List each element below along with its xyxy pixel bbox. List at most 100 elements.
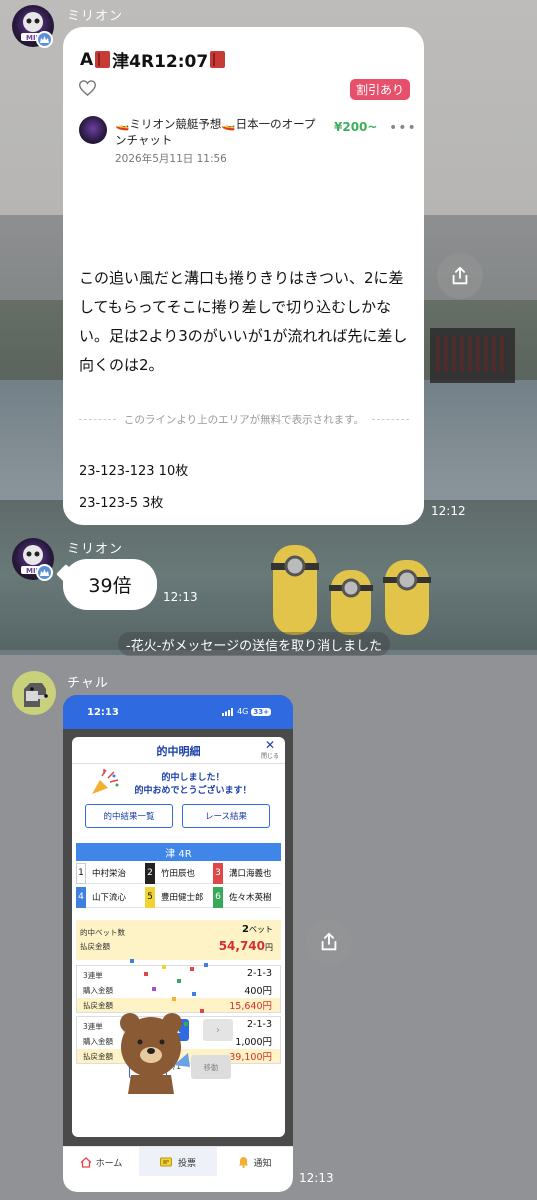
hit-results-list-button[interactable]: 的中結果一覧 (85, 804, 173, 828)
racer-number: 5 (145, 886, 155, 908)
shared-screenshot[interactable]: 12:13 4G 33+ 的中明細 ✕ 閉じる 的中しました！ 的中おめでとうご… (63, 695, 293, 1192)
close-icon: ✕ (264, 738, 276, 752)
racer-cell: 6 佐々木英樹 (213, 886, 281, 908)
race-results-button[interactable]: レース結果 (182, 804, 270, 828)
tab-notifications-label: 通知 (253, 1158, 272, 1169)
bet-line-2: 23-123-5 3枚 (79, 496, 164, 511)
hit-summary: 的中ベット数 払戻金額 2ベット 54,740円 (76, 920, 281, 960)
racer-cell: 5 豊田健士郎 (145, 886, 213, 908)
signal-indicator: 4G 33+ (222, 707, 271, 716)
background-scoreboard (430, 328, 515, 383)
status-time: 12:13 (87, 707, 119, 718)
post-title: A 津4R12:07 (80, 47, 226, 72)
bet-value: 39,100円 (229, 1052, 272, 1063)
bet-label: 払戻金額 (83, 1052, 113, 1061)
signal-icon (222, 707, 234, 716)
bet-label: 購入金額 (83, 1037, 113, 1046)
bet-label: 購入金額 (83, 986, 113, 995)
bet-label: 払戻金額 (83, 1001, 113, 1010)
racer-number: 3 (213, 862, 223, 884)
heart-icon[interactable] (79, 80, 96, 96)
book-icon (95, 51, 111, 68)
message-time: 12:13 (163, 590, 198, 604)
close-button[interactable]: ✕ 閉じる (261, 739, 279, 763)
post-title-main: 津4R12:07 (112, 52, 209, 72)
pager-next-button[interactable]: › (203, 1019, 233, 1041)
message-time: 12:13 (299, 1171, 334, 1185)
vote-icon (159, 1157, 172, 1167)
racer-cell: 2 竹田辰也 (145, 862, 213, 884)
more-options-button[interactable]: ••• (389, 120, 417, 136)
racer-name: 佐々木英樹 (229, 893, 272, 903)
hit-detail-modal: 的中明細 ✕ 閉じる 的中しました！ 的中おめでとうございます！ 的中結果一覧 … (72, 737, 285, 1137)
racer-cell: 4 山下流心 (76, 886, 144, 908)
bell-icon (239, 1157, 249, 1168)
bet-row: 購入金額 400円 (77, 983, 280, 997)
discount-badge: 割引あり (349, 79, 410, 100)
note-post-card[interactable]: A 津4R12:07 割引あり 🚤ミリオン競艇予想🚤日本一のオープンチャット 2… (63, 27, 424, 525)
racer-number: 2 (145, 862, 155, 884)
sender-name: ミリオン (67, 542, 124, 557)
free-area-notice: このラインより上のエリアが無料で表示されます。 (123, 413, 365, 426)
bet-value: 2-1-3 (247, 968, 272, 979)
crown-icon (36, 31, 53, 48)
tab-vote[interactable]: 投票 (139, 1147, 217, 1177)
bet-label: 3連単 (83, 1022, 103, 1031)
system-message-unsent: -花火-がメッセージの送信を取り消しました (118, 632, 391, 656)
congrats-line1: 的中しました！ (161, 773, 225, 783)
racer-name: 中村栄治 (92, 869, 127, 879)
minion-figures (271, 545, 431, 635)
home-indicator-area (63, 1176, 293, 1192)
battery-badge: 33+ (251, 707, 271, 716)
racer-number: 1 (76, 862, 86, 884)
racer-cell: 3 溝口海義也 (213, 862, 281, 884)
author-name: 🚤ミリオン競艇予想🚤日本一のオープンチャット (115, 117, 316, 147)
share-icon (452, 266, 468, 285)
racer-name: 豊田健士郎 (161, 893, 204, 903)
phone-status-bar: 12:13 4G 33+ (63, 695, 293, 729)
bet-value: 1,000円 (235, 1037, 272, 1048)
tab-home-label: ホーム (95, 1158, 123, 1169)
share-button[interactable] (437, 253, 483, 299)
bottom-tab-bar: ホーム 投票 通知 (63, 1146, 293, 1177)
sender-name: ミリオン (67, 9, 124, 24)
home-icon (80, 1156, 92, 1168)
congratulations-text: 的中しました！ 的中おめでとうございます！ (118, 772, 268, 798)
bet-value: 2-1-3 (247, 1019, 272, 1030)
tab-home[interactable]: ホーム (63, 1147, 139, 1177)
message-time: 12:12 (431, 504, 466, 518)
payout-label: 払戻金額 (80, 942, 110, 951)
bet-line-1: 23-123-123 10枚 (79, 464, 189, 479)
congrats-line2: 的中おめでとうございます！ (134, 786, 252, 796)
bet-label: 3連単 (83, 971, 103, 980)
message-bubble[interactable]: 39倍 (63, 559, 157, 610)
hit-count: 2ベット (242, 924, 273, 935)
author-avatar (79, 116, 107, 144)
sender-avatar-charu[interactable] (12, 671, 56, 715)
share-button[interactable] (306, 919, 352, 965)
tab-notifications[interactable]: 通知 (217, 1147, 293, 1177)
race-name-header: 津 4R (76, 843, 281, 861)
post-price: ¥200~ (334, 120, 378, 134)
bet-detail: 3連単 2-1-3 購入金額 400円 払戻金額 15,640円 (76, 965, 281, 1013)
racer-name: 溝口海義也 (229, 869, 272, 879)
close-label: 閉じる (260, 753, 279, 760)
bet-value: 400円 (244, 986, 272, 997)
divider (72, 763, 285, 764)
racer-name: 竹田辰也 (161, 869, 196, 879)
tab-vote-label: 投票 (177, 1158, 196, 1169)
post-title-prefix: A (80, 49, 94, 70)
hit-count-label: 的中ベット数 (80, 928, 125, 937)
racer-cell: 1 中村栄治 (76, 862, 144, 884)
move-button[interactable]: 移動 (191, 1055, 231, 1079)
modal-title: 的中明細 (156, 745, 201, 758)
book-icon (210, 51, 226, 68)
free-area-divider: このラインより上のエリアが無料で表示されます。 (79, 412, 409, 426)
sender-name: チャル (67, 676, 109, 691)
racer-number: 4 (76, 886, 86, 908)
racer-number: 6 (213, 886, 223, 908)
network-type: 4G (237, 707, 249, 716)
racer-name: 山下流心 (92, 893, 127, 903)
party-popper-icon (92, 769, 119, 794)
payout-total: 54,740円 (218, 939, 273, 953)
